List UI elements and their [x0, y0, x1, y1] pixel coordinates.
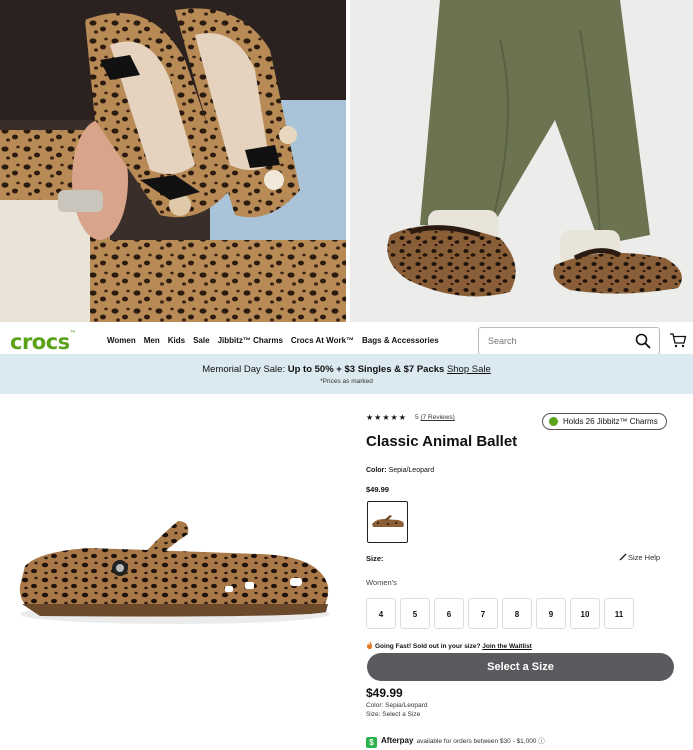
size-option[interactable]: 11 [604, 598, 634, 629]
color-label: Color: [366, 467, 387, 474]
promo-text: Memorial Day Sale: Up to 50% + $3 Single… [0, 364, 693, 375]
nav-men[interactable]: Men [144, 336, 160, 345]
jibbitz-icon [549, 417, 558, 426]
selected-size: Size: Select a Size [366, 711, 421, 718]
shop-sale-link[interactable]: Shop Sale [447, 364, 491, 375]
going-fast-text: Going Fast! Sold out in your size? [375, 643, 483, 650]
crocs-logo[interactable]: crocs™ [10, 330, 76, 354]
size-option[interactable]: 7 [468, 598, 498, 629]
nav-bags-accessories[interactable]: Bags & Accessories [362, 336, 439, 345]
rating-value: 5 [415, 414, 419, 421]
rating-stars: ★★★★★ [366, 413, 407, 422]
jibbitz-badge-label: Holds 26 Jibbitz™ Charms [563, 417, 658, 426]
fire-icon [367, 641, 372, 649]
product-title: Classic Animal Ballet [366, 433, 518, 450]
nav-jibbitz[interactable]: Jibbitz™ Charms [218, 336, 283, 345]
afterpay-text: available for orders between $30 - $1,00… [416, 738, 545, 745]
size-option[interactable]: 5 [400, 598, 430, 629]
afterpay-brand: Afterpay [381, 736, 414, 745]
afterpay-icon: $ [366, 737, 377, 748]
size-option[interactable]: 10 [570, 598, 600, 629]
size-label: Size: [366, 554, 384, 563]
color-value: Sepia/Leopard [388, 467, 435, 474]
jibbitz-badge[interactable]: Holds 26 Jibbitz™ Charms [542, 413, 667, 430]
color-swatch-sepia-leopard[interactable] [367, 501, 408, 543]
cart-icon[interactable] [669, 331, 687, 349]
selected-color: Color: Sepia/Leopard [366, 702, 428, 709]
select-size-button[interactable]: Select a Size [367, 653, 674, 681]
main-nav: Women Men Kids Sale Jibbitz™ Charms Croc… [107, 336, 447, 345]
size-option[interactable]: 4 [366, 598, 396, 629]
nav-crocs-at-work[interactable]: Crocs At Work™ [291, 336, 354, 345]
nav-kids[interactable]: Kids [168, 336, 185, 345]
reviews-summary[interactable]: 5 (7 Reviews) [415, 414, 455, 421]
product-page: crocs™ Women Men Kids Sale Jibbitz™ Char… [0, 0, 693, 750]
nav-women[interactable]: Women [107, 336, 136, 345]
promo-note: *Prices as marked [320, 378, 373, 385]
search-icon[interactable] [635, 333, 651, 349]
search-placeholder: Search [488, 336, 517, 346]
promo-offer: Up to 50% + $3 Singles & $7 Packs [287, 364, 445, 375]
lifestyle-photo-legs [350, 0, 693, 322]
join-waitlist-link[interactable]: Join the Waitlist [482, 643, 532, 650]
gender-label: Women's [366, 578, 397, 587]
color-line: Color: Sepia/Leopard [366, 467, 434, 474]
afterpay-info: $ Afterpay available for orders between $3… [366, 735, 545, 748]
product-image[interactable] [0, 396, 346, 750]
price: $49.99 [366, 485, 389, 494]
size-option[interactable]: 8 [502, 598, 532, 629]
nav-sale[interactable]: Sale [193, 336, 209, 345]
going-fast-notice: Going Fast! Sold out in your size? Join … [366, 641, 532, 650]
size-option[interactable]: 9 [536, 598, 566, 629]
size-help-link[interactable]: Size Help [628, 553, 660, 562]
lifestyle-photo-hands [0, 0, 346, 322]
promo-lead: Memorial Day Sale: [202, 364, 288, 375]
price-summary: $49.99 [366, 686, 403, 700]
reviews-link[interactable]: (7 Reviews) [420, 414, 454, 421]
size-option[interactable]: 6 [434, 598, 464, 629]
promo-banner: Memorial Day Sale: Up to 50% + $3 Single… [0, 354, 693, 394]
ruler-icon [619, 553, 627, 561]
search-input[interactable]: Search [478, 327, 660, 355]
